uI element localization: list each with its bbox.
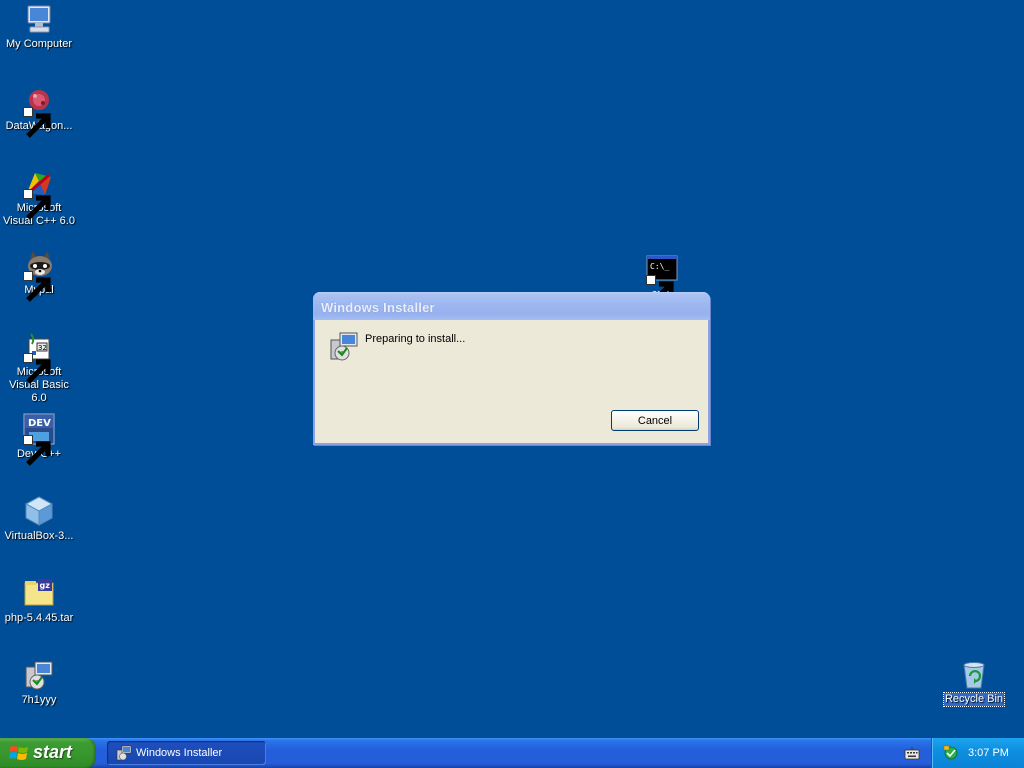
- shortcut-arrow-icon: [23, 435, 51, 466]
- desktop: My Computer DataWagon... Microsoft Visua…: [0, 0, 1024, 738]
- cmd-badge: C:\_: [650, 262, 669, 271]
- desktop-icon-php-tar[interactable]: gz php-5.4.45.tar: [0, 577, 78, 625]
- windows-installer-dialog: Windows Installer Preparing to install..…: [313, 292, 710, 445]
- desktop-icon-label: VirtualBox-3...: [4, 530, 74, 542]
- desktop-icon-mypal[interactable]: Mypal: [0, 249, 78, 302]
- taskbar-item-windows-installer[interactable]: Windows Installer: [107, 741, 266, 765]
- desktop-icon-recycle-bin[interactable]: Recycle Bin: [935, 658, 1013, 707]
- start-button[interactable]: start: [0, 738, 96, 768]
- recycle-bin-icon: [958, 658, 990, 690]
- installer-package-icon: [328, 330, 360, 362]
- taskbar-item-label: Windows Installer: [136, 747, 223, 759]
- svg-text:32: 32: [38, 344, 47, 352]
- mypal-raccoon-icon: [23, 249, 55, 302]
- cancel-button[interactable]: Cancel: [611, 410, 699, 431]
- virtualbox-icon: [23, 495, 55, 527]
- desktop-icon-7h1yyy[interactable]: 7h1yyy: [0, 659, 78, 707]
- windows-logo-icon: [9, 744, 29, 762]
- dev-cpp-icon: DEV: [23, 413, 55, 466]
- shortcut-arrow-icon: [646, 275, 674, 306]
- start-label: start: [33, 742, 73, 762]
- shortcut-arrow-icon: [23, 189, 51, 220]
- network-icon[interactable]: [943, 745, 959, 761]
- visual-cpp-icon: [23, 167, 55, 220]
- desktop-icon-label: My Computer: [5, 38, 73, 50]
- desktop-icon-dev-cpp[interactable]: DEV Dev-C++: [0, 413, 78, 466]
- cmd-icon: C:\_: [646, 253, 678, 306]
- desktop-icon-virtualbox[interactable]: VirtualBox-3...: [0, 495, 78, 543]
- installer-package-icon: [116, 745, 132, 761]
- dialog-message: Preparing to install...: [365, 333, 466, 345]
- gz-badge: gz: [40, 581, 51, 590]
- datawagon-icon: [23, 85, 55, 138]
- keyboard-icon[interactable]: [904, 746, 920, 760]
- desktop-icon-label: php-5.4.45.tar: [4, 612, 74, 624]
- clock[interactable]: 3:07 PM: [968, 747, 1009, 759]
- desktop-icon-label: Recycle Bin: [942, 692, 1006, 707]
- system-tray: 3:07 PM: [931, 738, 1024, 768]
- gz-archive-icon: gz: [23, 577, 55, 609]
- desktop-icon-visual-cpp[interactable]: Microsoft Visual C++ 6.0: [0, 167, 78, 228]
- visual-basic-icon: 32: [23, 331, 55, 384]
- installer-package-icon: [23, 659, 55, 691]
- dialog-titlebar[interactable]: Windows Installer: [313, 292, 710, 320]
- shortcut-arrow-icon: [23, 271, 51, 302]
- shortcut-arrow-icon: [23, 107, 51, 138]
- taskbar: start Windows Installer 3:07 PM: [0, 738, 1024, 768]
- desktop-icon-datawagon[interactable]: DataWagon...: [0, 85, 78, 138]
- desktop-icon-label: 7h1yyy: [21, 694, 57, 706]
- dialog-title: Windows Installer: [321, 300, 435, 315]
- dev-badge: DEV: [28, 418, 51, 429]
- computer-icon: [23, 3, 55, 35]
- desktop-icon-my-computer[interactable]: My Computer: [0, 3, 78, 51]
- shortcut-arrow-icon: [23, 353, 51, 384]
- desktop-icon-visual-basic[interactable]: 32 Microsoft Visual Basic 6.0: [0, 331, 78, 405]
